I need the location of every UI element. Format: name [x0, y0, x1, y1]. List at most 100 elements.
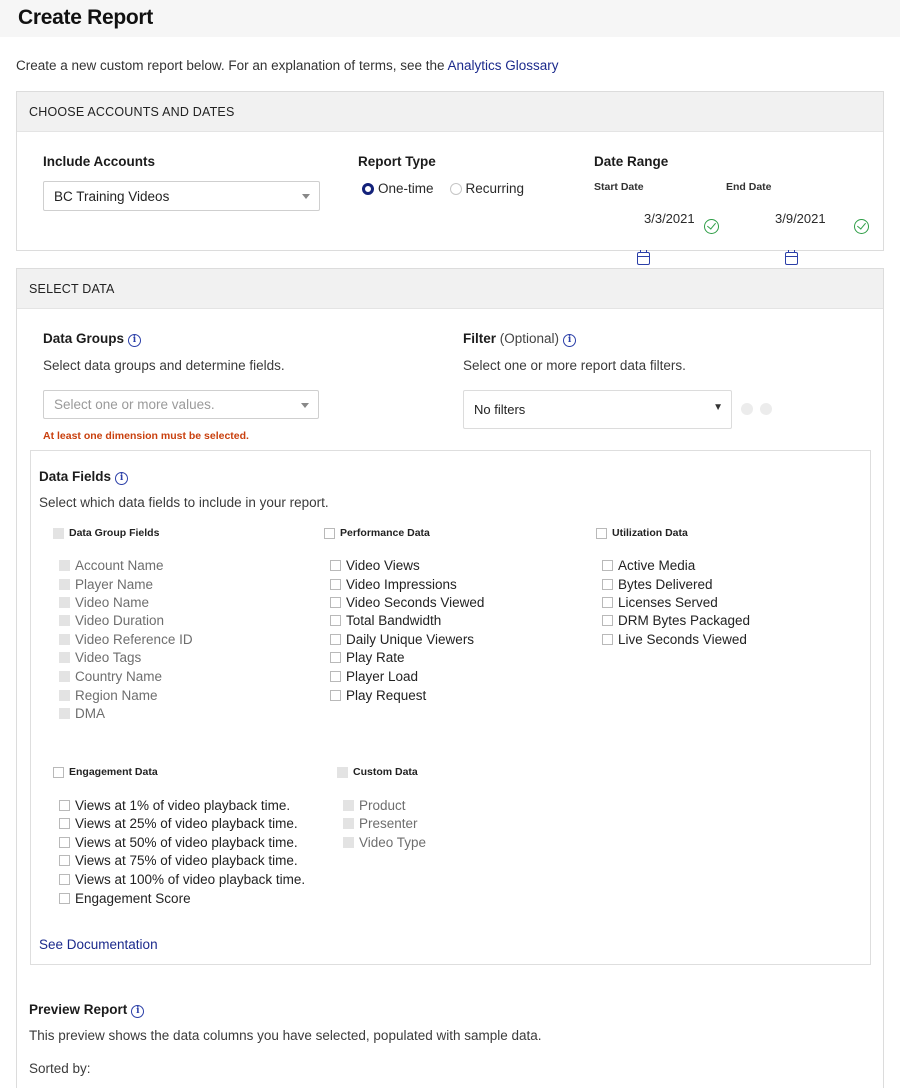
chevron-down-icon: [301, 403, 309, 408]
preview-desc: This preview shows the data columns you …: [29, 1028, 542, 1043]
field-checkbox[interactable]: [602, 597, 613, 608]
field-checkbox: [343, 837, 354, 848]
end-date-calendar-icon[interactable]: [784, 250, 798, 265]
field-checkbox[interactable]: [330, 597, 341, 608]
field-drm-bytes-packaged[interactable]: DRM Bytes Packaged: [602, 613, 750, 628]
data-groups-error: At least one dimension must be selected.: [43, 430, 249, 442]
field-checkbox[interactable]: [330, 560, 341, 571]
field-checkbox[interactable]: [59, 818, 70, 829]
filter-select[interactable]: No filters ▼: [463, 390, 732, 429]
field-views-50pct[interactable]: Views at 50% of video playback time.: [59, 835, 298, 850]
page-title: Create Report: [18, 6, 153, 29]
filter-value: No filters: [474, 402, 526, 417]
field-checkbox[interactable]: [602, 615, 613, 626]
data-fields-info-icon[interactable]: i: [115, 472, 129, 485]
include-accounts-select[interactable]: BC Training Videos: [43, 181, 320, 211]
field-checkbox: [59, 615, 70, 626]
field-checkbox[interactable]: [602, 560, 613, 571]
field-video-views[interactable]: Video Views: [330, 558, 420, 573]
utilization-checkbox[interactable]: [596, 527, 607, 539]
field-checkbox[interactable]: [59, 800, 70, 811]
field-licenses-served[interactable]: Licenses Served: [602, 595, 718, 610]
field-engagement-score[interactable]: Engagement Score: [59, 891, 191, 906]
preview-heading: Preview Report i: [29, 1002, 145, 1018]
filter-info-icon[interactable]: i: [563, 334, 577, 347]
field-checkbox[interactable]: [330, 579, 341, 590]
custom-data-checkbox: [337, 766, 348, 778]
field-checkbox: [343, 818, 354, 829]
group-fields-checkbox: [53, 527, 64, 539]
engagement-checkbox[interactable]: [53, 766, 64, 778]
field-checkbox[interactable]: [59, 893, 70, 904]
field-views-25pct[interactable]: Views at 25% of video playback time.: [59, 816, 298, 831]
start-date-valid-icon: [704, 219, 719, 234]
field-checkbox[interactable]: [602, 634, 613, 645]
intro-text: Create a new custom report below. For an…: [16, 58, 559, 73]
data-fields-box: Data Fields i Select which data fields to…: [30, 450, 871, 965]
analytics-glossary-link[interactable]: Analytics Glossary: [447, 58, 558, 73]
radio-recurring[interactable]: [449, 182, 462, 195]
end-date-valid-icon: [853, 219, 869, 234]
preview-info-icon[interactable]: i: [131, 1005, 145, 1018]
field-dma: DMA: [59, 706, 105, 721]
remove-filter-icon[interactable]: [741, 403, 753, 415]
field-account-name: Account Name: [59, 558, 164, 573]
field-checkbox: [59, 579, 70, 590]
field-daily-unique-viewers[interactable]: Daily Unique Viewers: [330, 632, 474, 647]
end-date-label: End Date: [726, 181, 772, 193]
start-date-calendar-icon[interactable]: [636, 250, 650, 265]
start-date-input[interactable]: 3/3/2021: [644, 211, 695, 226]
field-checkbox: [343, 800, 354, 811]
add-filter-icon[interactable]: [760, 403, 772, 415]
field-live-seconds-viewed[interactable]: Live Seconds Viewed: [602, 632, 747, 647]
field-checkbox: [59, 708, 70, 719]
field-checkbox: [59, 690, 70, 701]
chevron-down-icon: [302, 194, 310, 199]
field-presenter: Presenter: [343, 816, 418, 831]
field-checkbox[interactable]: [59, 855, 70, 866]
accounts-dates-header: CHOOSE ACCOUNTS AND DATES: [17, 92, 883, 132]
field-checkbox[interactable]: [330, 652, 341, 663]
field-video-tags: Video Tags: [59, 650, 141, 665]
field-checkbox: [59, 560, 70, 571]
field-views-100pct[interactable]: Views at 100% of video playback time.: [59, 872, 305, 887]
group-fields-header: Data Group Fields: [53, 527, 159, 539]
report-type-recurring-label: Recurring: [465, 181, 525, 196]
end-date-input[interactable]: 3/9/2021: [775, 211, 826, 226]
field-checkbox[interactable]: [602, 579, 613, 590]
select-data-header: SELECT DATA: [17, 269, 883, 309]
report-type-one-time-label: One-time: [378, 181, 434, 196]
field-region-name: Region Name: [59, 688, 158, 703]
field-checkbox: [59, 597, 70, 608]
field-play-rate[interactable]: Play Rate: [330, 650, 405, 665]
field-checkbox[interactable]: [330, 615, 341, 626]
field-bytes-delivered[interactable]: Bytes Delivered: [602, 577, 713, 592]
field-checkbox: [59, 634, 70, 645]
field-checkbox[interactable]: [59, 874, 70, 885]
field-video-impressions[interactable]: Video Impressions: [330, 577, 457, 592]
field-checkbox[interactable]: [330, 671, 341, 682]
data-groups-info-icon[interactable]: i: [128, 334, 142, 347]
field-views-1pct[interactable]: Views at 1% of video playback time.: [59, 798, 290, 813]
data-groups-select[interactable]: Select one or more values.: [43, 390, 319, 419]
field-checkbox: [59, 652, 70, 663]
field-play-request[interactable]: Play Request: [330, 688, 426, 703]
field-video-seconds-viewed[interactable]: Video Seconds Viewed: [330, 595, 484, 610]
see-documentation-link[interactable]: See Documentation: [39, 937, 158, 952]
performance-checkbox[interactable]: [324, 527, 335, 539]
field-views-75pct[interactable]: Views at 75% of video playback time.: [59, 853, 298, 868]
field-video-type: Video Type: [343, 835, 426, 850]
date-range-label: Date Range: [594, 154, 669, 169]
radio-one-time[interactable]: [362, 182, 374, 195]
custom-data-header: Custom Data: [337, 766, 418, 778]
data-groups-heading: Data Groups i: [43, 331, 142, 347]
field-checkbox: [59, 671, 70, 682]
field-checkbox[interactable]: [330, 634, 341, 645]
field-player-load[interactable]: Player Load: [330, 669, 418, 684]
field-checkbox[interactable]: [330, 690, 341, 701]
include-accounts-label: Include Accounts: [43, 154, 156, 169]
field-checkbox[interactable]: [59, 837, 70, 848]
field-total-bandwidth[interactable]: Total Bandwidth: [330, 613, 441, 628]
utilization-header: Utilization Data: [596, 527, 688, 539]
field-active-media[interactable]: Active Media: [602, 558, 695, 573]
